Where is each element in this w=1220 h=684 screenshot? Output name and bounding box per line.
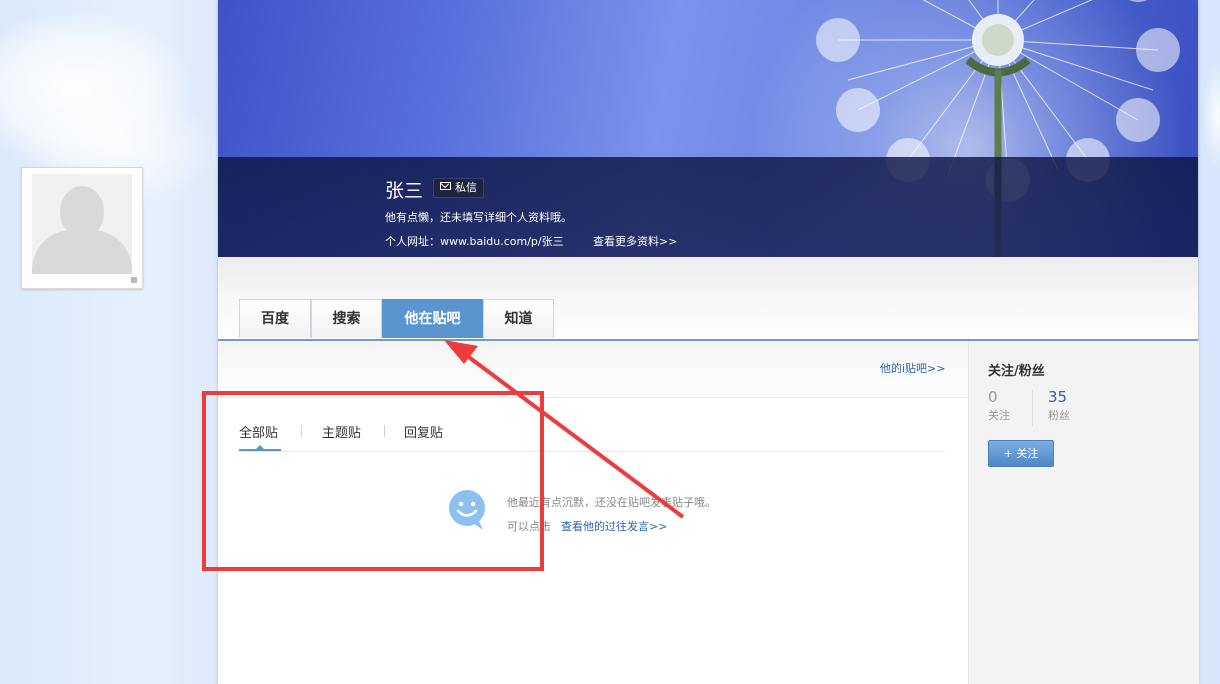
follow-sidebar xyxy=(968,341,1199,684)
follow-title: 关注/粉丝 xyxy=(988,364,1045,379)
following-count[interactable]: 0 xyxy=(988,388,998,406)
background-left xyxy=(0,0,218,684)
following-label: 关注 xyxy=(988,409,1010,422)
stats-divider xyxy=(1032,390,1033,426)
ibar-link[interactable]: 他的i贴吧>> xyxy=(880,360,946,376)
fans-label: 粉丝 xyxy=(1048,409,1070,422)
private-message-button[interactable]: 私信 xyxy=(433,178,484,198)
username: 张三 xyxy=(385,181,424,202)
profile-bio: 他有点懒，还未填写详细个人资料哦。 xyxy=(385,211,572,224)
follow-button[interactable]: + 关注 xyxy=(988,440,1054,467)
fans-count[interactable]: 35 xyxy=(1048,388,1067,406)
more-info-link[interactable]: 查看更多资料>> xyxy=(593,233,677,249)
tab-zhidao[interactable]: 知道 xyxy=(483,299,554,338)
envelope-icon xyxy=(440,182,451,190)
past-posts-link[interactable]: 查看他的过往发言>> xyxy=(561,518,667,534)
profile-url: 个人网址：www.baidu.com/p/张三 xyxy=(385,235,564,248)
resize-corner-icon xyxy=(131,277,137,283)
avatar[interactable] xyxy=(21,167,143,289)
tab-tieba[interactable]: 他在贴吧 xyxy=(382,299,483,338)
tab-search[interactable]: 搜索 xyxy=(311,299,382,338)
background-right xyxy=(1198,0,1220,684)
private-message-label: 私信 xyxy=(455,181,477,194)
annotation-highlight-box xyxy=(202,391,544,571)
tab-baidu[interactable]: 百度 xyxy=(239,299,311,338)
profile-banner xyxy=(218,0,1198,257)
banner-overlay xyxy=(218,157,1198,257)
